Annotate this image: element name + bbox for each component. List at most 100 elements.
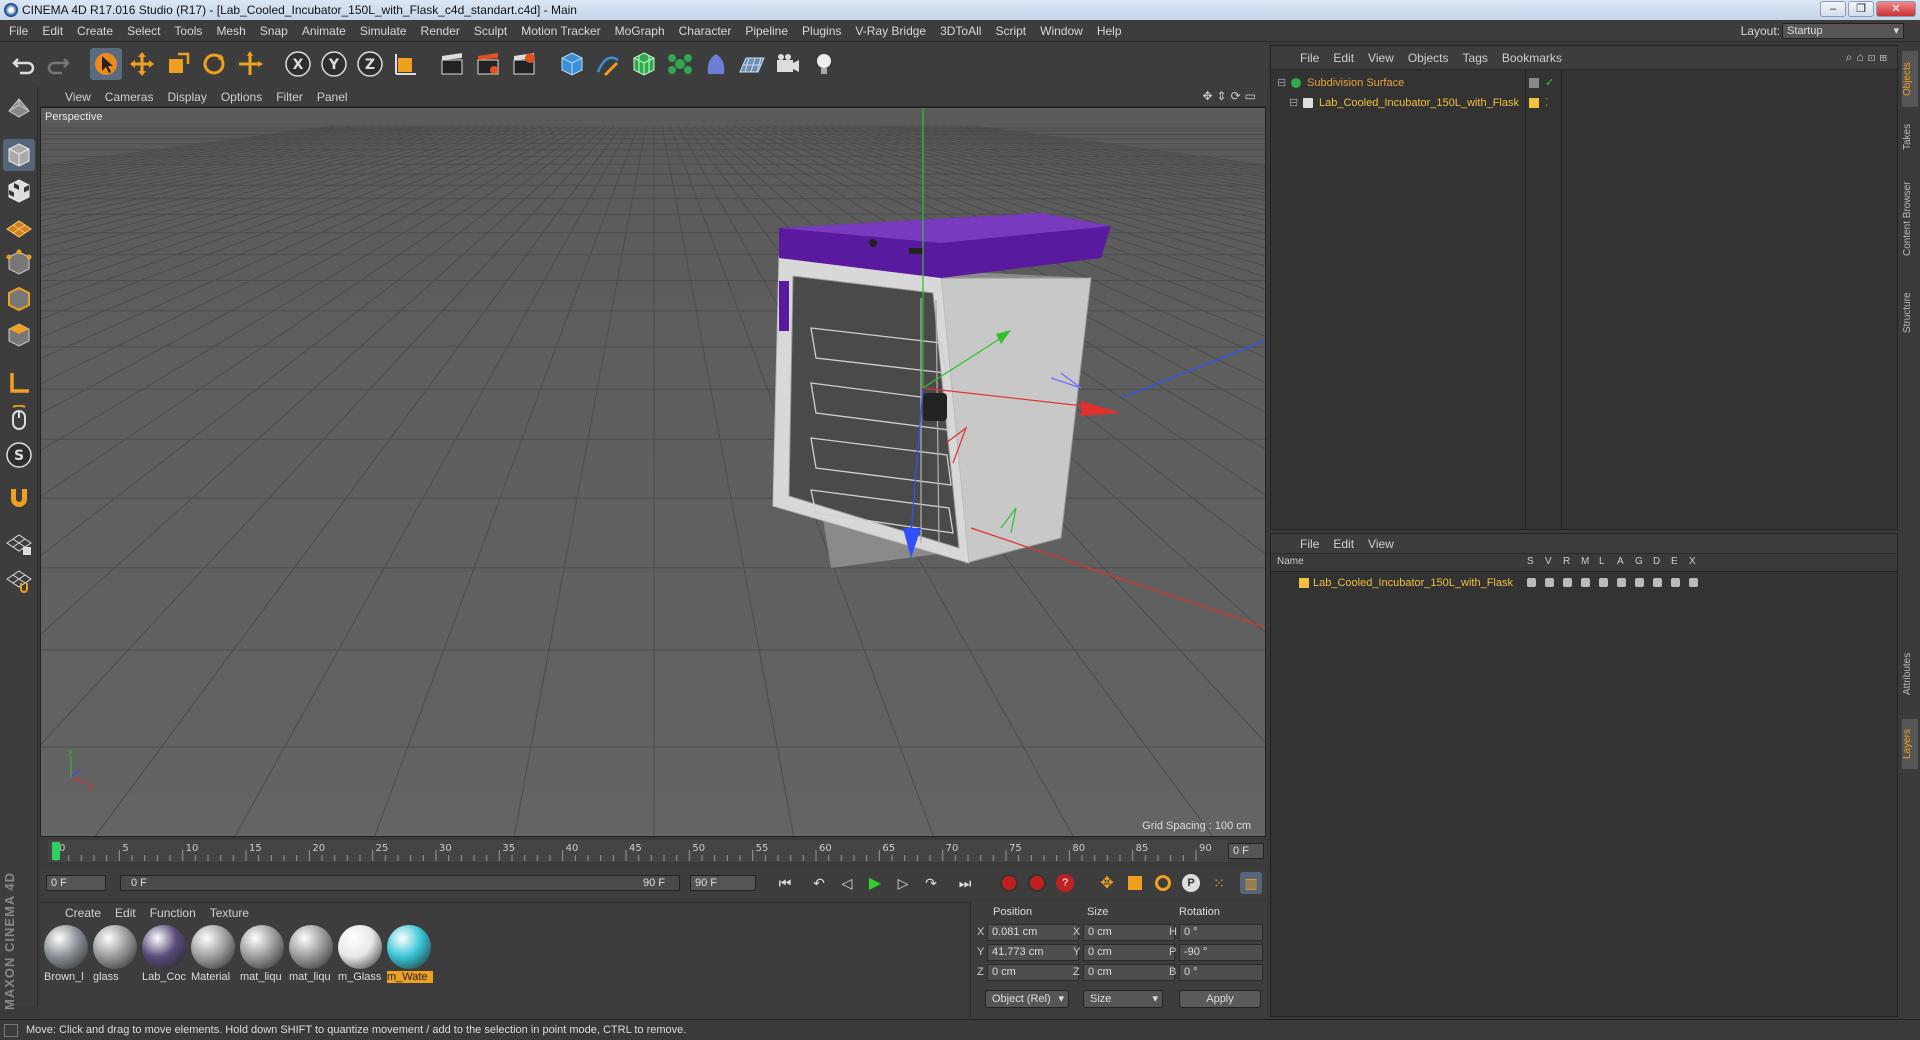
next-frame-button[interactable]: ▷ bbox=[892, 872, 914, 894]
texture-mode-button[interactable] bbox=[3, 175, 35, 207]
points-mode-button[interactable] bbox=[3, 247, 35, 279]
axis-mode-button[interactable] bbox=[3, 367, 35, 399]
subdivision-surface-button[interactable] bbox=[628, 48, 660, 80]
menu-render[interactable]: Render bbox=[414, 20, 467, 42]
apply-button[interactable]: Apply bbox=[1179, 990, 1261, 1008]
menu-create[interactable]: Create bbox=[70, 20, 120, 42]
rotation-field[interactable]: -90 ° bbox=[1179, 944, 1263, 961]
render-settings-button[interactable] bbox=[508, 48, 540, 80]
menu-simulate[interactable]: Simulate bbox=[353, 20, 414, 42]
workplane-mode-button[interactable] bbox=[3, 209, 35, 241]
layer-color-swatch[interactable] bbox=[1299, 578, 1309, 588]
menu-snap[interactable]: Snap bbox=[253, 20, 295, 42]
material-menu-texture[interactable]: Texture bbox=[203, 903, 256, 923]
layer-menu-edit[interactable]: Edit bbox=[1326, 532, 1361, 556]
deformer-button[interactable] bbox=[700, 48, 732, 80]
side-tab-structure[interactable]: Structure bbox=[1902, 279, 1918, 347]
go-to-end-button[interactable]: ⏭ bbox=[954, 872, 976, 894]
layer-color-tag[interactable] bbox=[1529, 98, 1539, 108]
layer-menu-file[interactable]: File bbox=[1293, 532, 1326, 556]
layer-flag-icon[interactable] bbox=[1635, 578, 1644, 587]
object-menu-view[interactable]: View bbox=[1361, 46, 1401, 70]
material-menu-edit[interactable]: Edit bbox=[108, 903, 143, 923]
position-field[interactable]: 41.773 cm bbox=[987, 944, 1079, 961]
rotate-tool-button[interactable] bbox=[198, 48, 230, 80]
floor-object-button[interactable] bbox=[736, 48, 768, 80]
enabled-check-icon[interactable]: ✓ bbox=[1545, 74, 1554, 92]
search-home-icons[interactable]: ⌕⌂⊡⊞ bbox=[1846, 50, 1891, 65]
previous-frame-button[interactable]: ◁ bbox=[836, 872, 858, 894]
menu-mograph[interactable]: MoGraph bbox=[608, 20, 672, 42]
menu-3dtoall[interactable]: 3DToAll bbox=[933, 20, 988, 42]
visibility-dots-icon[interactable]: ⁚ bbox=[1545, 94, 1549, 112]
menu-animate[interactable]: Animate bbox=[295, 20, 353, 42]
timeline-ruler[interactable]: 0 5 10 15 20 25 30 35 40 45 50 55 60 65 70 75 80 85 90 0 F bbox=[40, 840, 1266, 862]
material-menu-function[interactable]: Function bbox=[143, 903, 203, 923]
object-menu-edit[interactable]: Edit bbox=[1326, 46, 1361, 70]
keyframe-selection-button[interactable]: ? bbox=[1054, 872, 1076, 894]
rotation-field[interactable]: 0 ° bbox=[1179, 964, 1263, 981]
position-field[interactable]: 0.081 cm bbox=[987, 924, 1079, 941]
playhead[interactable] bbox=[52, 842, 60, 860]
viewport-navigation-icons[interactable]: ✥⇕⟳▭ bbox=[1202, 89, 1260, 103]
menu-tools[interactable]: Tools bbox=[167, 20, 209, 42]
play-button[interactable]: ▶ bbox=[864, 872, 886, 894]
layer-flag-icon[interactable] bbox=[1617, 578, 1626, 587]
frame-range-slider[interactable]: 0 F 90 F bbox=[120, 875, 680, 891]
side-tab-takes[interactable]: Takes bbox=[1902, 115, 1918, 159]
key-position-button[interactable]: ✥ bbox=[1096, 872, 1118, 894]
expand-toggle-icon[interactable]: ⊟ bbox=[1289, 94, 1298, 112]
workplane-snap-button[interactable] bbox=[3, 563, 35, 595]
cube-object-button[interactable] bbox=[556, 48, 588, 80]
go-to-start-button[interactable]: ⏮ bbox=[774, 872, 796, 894]
rotation-field[interactable]: 0 ° bbox=[1179, 924, 1263, 941]
layer-color-tag[interactable] bbox=[1529, 78, 1539, 88]
coordinate-system-button[interactable] bbox=[390, 48, 422, 80]
perspective-viewport[interactable]: Perspective Grid Spacing : 100 cm y x bbox=[40, 107, 1266, 837]
side-tab-layers[interactable]: Layers bbox=[1902, 719, 1918, 769]
start-frame-field[interactable]: 0 F bbox=[46, 875, 106, 891]
polygons-mode-button[interactable] bbox=[3, 319, 35, 351]
z-axis-lock-button[interactable]: Z bbox=[354, 48, 386, 80]
viewport-menu-view[interactable]: View bbox=[58, 87, 98, 107]
menu-character[interactable]: Character bbox=[672, 20, 739, 42]
tweak-mode-button[interactable] bbox=[3, 403, 35, 435]
menu-select[interactable]: Select bbox=[120, 20, 167, 42]
x-axis-lock-button[interactable]: X bbox=[282, 48, 314, 80]
object-menu-tags[interactable]: Tags bbox=[1456, 46, 1495, 70]
key-rotation-button[interactable] bbox=[1152, 872, 1174, 894]
snap-button[interactable]: S bbox=[3, 439, 35, 471]
menu-script[interactable]: Script bbox=[988, 20, 1033, 42]
camera-object-button[interactable] bbox=[772, 48, 804, 80]
key-pla-button[interactable]: ⁙ bbox=[1208, 872, 1230, 894]
transform-tool-button[interactable] bbox=[234, 48, 266, 80]
menu-sculpt[interactable]: Sculpt bbox=[467, 20, 514, 42]
side-tab-content-browser[interactable]: Content Browser bbox=[1902, 167, 1918, 271]
menu-window[interactable]: Window bbox=[1033, 20, 1090, 42]
position-field[interactable]: 0 cm bbox=[987, 964, 1079, 981]
light-object-button[interactable] bbox=[808, 48, 840, 80]
layer-flag-icon[interactable] bbox=[1599, 578, 1608, 587]
object-menu-bookmarks[interactable]: Bookmarks bbox=[1495, 46, 1569, 70]
menu-mesh[interactable]: Mesh bbox=[209, 20, 252, 42]
render-picture-viewer-button[interactable] bbox=[472, 48, 504, 80]
layout-select[interactable]: Startup ▾ bbox=[1782, 23, 1904, 39]
object-row[interactable]: ⊟ Lab_Cooled_Incubator_150L_with_Flask ⁚ bbox=[1271, 94, 1897, 112]
close-button[interactable]: ✕ bbox=[1876, 1, 1916, 17]
timeline-window-button[interactable]: ▥ bbox=[1240, 872, 1262, 894]
layer-flag-icon[interactable] bbox=[1581, 578, 1590, 587]
live-selection-button[interactable] bbox=[90, 48, 122, 80]
expand-toggle-icon[interactable]: ⊟ bbox=[1277, 74, 1286, 92]
layer-flag-icon[interactable] bbox=[1671, 578, 1680, 587]
side-tab-objects[interactable]: Objects bbox=[1902, 51, 1918, 107]
workplane-lock-button[interactable] bbox=[3, 527, 35, 559]
viewport-menu-options[interactable]: Options bbox=[214, 87, 269, 107]
menu-edit[interactable]: Edit bbox=[35, 20, 70, 42]
size-mode-dropdown[interactable]: Size ▾ bbox=[1083, 990, 1163, 1008]
size-field[interactable]: 0 cm bbox=[1083, 944, 1175, 961]
layer-flag-icon[interactable] bbox=[1527, 578, 1536, 587]
material-swatch[interactable]: Lab_Coc bbox=[142, 925, 188, 985]
viewport-menu-filter[interactable]: Filter bbox=[269, 87, 310, 107]
move-tool-button[interactable] bbox=[126, 48, 158, 80]
viewport-menu-cameras[interactable]: Cameras bbox=[98, 87, 161, 107]
